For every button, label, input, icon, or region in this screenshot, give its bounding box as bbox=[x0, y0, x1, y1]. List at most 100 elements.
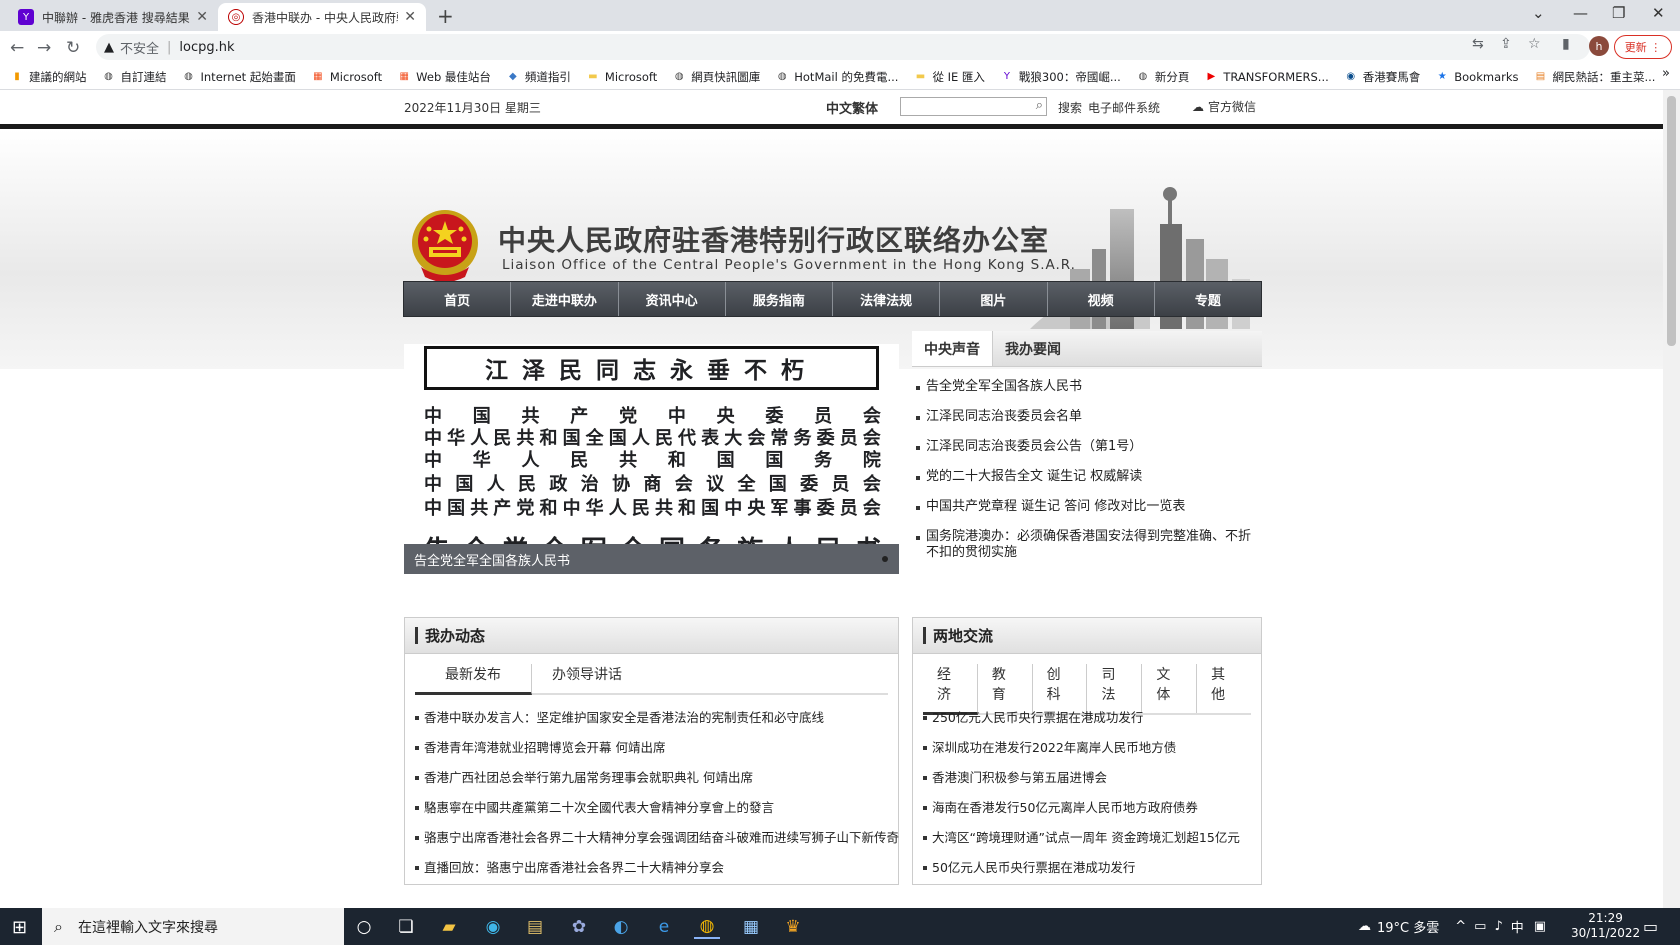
weather-text[interactable]: 19°C 多雲 bbox=[1377, 917, 1439, 936]
close-tab-icon[interactable]: ✕ bbox=[404, 9, 416, 25]
new-tab-button[interactable]: + bbox=[437, 4, 454, 28]
news-list-item[interactable]: 駱惠寧在中國共產黨第二十次全國代表大會精神分享會上的發言 bbox=[415, 800, 899, 830]
nav-item[interactable]: 走进中联办 bbox=[511, 282, 619, 316]
exchange-list-item[interactable]: 深圳成功在港发行2022年离岸人民币地方债 bbox=[923, 740, 1240, 770]
bookmark-item[interactable]: ▮ 建議的網站 bbox=[10, 69, 86, 85]
tray-chevron-icon[interactable]: ^ bbox=[1455, 919, 1466, 934]
exchange-tab[interactable]: 创科 bbox=[1033, 664, 1088, 713]
nav-item[interactable]: 专题 bbox=[1155, 282, 1261, 316]
exchange-title[interactable]: 两地交流 bbox=[933, 625, 993, 646]
exchange-tab[interactable]: 经济 bbox=[923, 664, 978, 715]
edge-icon[interactable]: ◉ bbox=[480, 915, 506, 939]
notification-icon[interactable]: ▭ bbox=[1643, 917, 1658, 936]
task-view-icon[interactable]: ❏ bbox=[393, 915, 419, 939]
exchange-tab[interactable]: 司法 bbox=[1087, 664, 1143, 713]
bookmark-item[interactable]: ◍ 自訂連結 bbox=[102, 69, 166, 85]
minimize-icon[interactable]: — bbox=[1573, 4, 1588, 22]
nav-item[interactable]: 视频 bbox=[1048, 282, 1155, 316]
security-label[interactable]: 不安全 bbox=[120, 38, 159, 57]
site-search[interactable]: ⌕ bbox=[900, 97, 1047, 116]
exchange-tab[interactable]: 文体 bbox=[1142, 664, 1198, 713]
side-panel-icon[interactable]: ▮ bbox=[1562, 36, 1570, 52]
update-button[interactable]: 更新 ⋮ bbox=[1614, 35, 1672, 59]
ime-mode-icon[interactable]: ▣ bbox=[1534, 919, 1546, 934]
news-list-item[interactable]: 香港广西社团总会举行第九届常务理事会就职典礼 何靖出席 bbox=[415, 770, 899, 800]
back-icon[interactable]: ← bbox=[10, 38, 24, 58]
bookmark-star-icon[interactable]: ☆ bbox=[1528, 36, 1541, 52]
close-window-icon[interactable]: ✕ bbox=[1652, 4, 1665, 22]
voice-list-item[interactable]: 江泽民同志治丧委员会名单 bbox=[916, 409, 1262, 425]
news-list-item[interactable]: 骆惠宁出席香港社会各界二十大精神分享会强调团结奋斗破难而进续写狮子山下新传奇 bbox=[415, 830, 899, 860]
tab-central-voice[interactable]: 中央声音 bbox=[912, 331, 993, 366]
exchange-tab[interactable]: 其他 bbox=[1197, 664, 1251, 713]
app-icon[interactable]: ✿ bbox=[566, 915, 592, 939]
voice-list-item[interactable]: 国务院港澳办：必须确保香港国安法得到完整准确、不折不扣的贯彻实施 bbox=[916, 529, 1262, 561]
bookmark-item[interactable]: ◍ Internet 起始畫面 bbox=[182, 69, 296, 85]
share-icon[interactable]: ⇪ bbox=[1500, 36, 1512, 52]
tab-locpg[interactable]: ◎ 香港中联办 - 中央人民政府驻香港特别行政区联络办公室 ✕ bbox=[218, 3, 426, 31]
app-icon[interactable]: ◐ bbox=[608, 915, 634, 939]
page-scrollbar[interactable] bbox=[1663, 90, 1680, 908]
search-button[interactable]: 搜索 bbox=[1058, 99, 1082, 116]
internet-explorer-icon[interactable]: e bbox=[651, 915, 677, 939]
bookmark-item[interactable]: ◆ 頻道指引 bbox=[506, 69, 571, 85]
bookmark-item[interactable]: ▦ Web 最佳站台 bbox=[397, 69, 490, 85]
nav-item[interactable]: 法律法规 bbox=[833, 282, 941, 316]
news-list-item[interactable]: 香港青年湾港就业招聘博览会开幕 何靖出席 bbox=[415, 740, 899, 770]
voice-list-item[interactable]: 江泽民同志治丧委员会公告（第1号） bbox=[916, 439, 1262, 455]
tab-leader-speeches[interactable]: 办领导讲话 bbox=[532, 664, 642, 693]
site-title-cn[interactable]: 中央人民政府驻香港特别行政区联络办公室 bbox=[498, 219, 1049, 259]
scroll-thumb[interactable] bbox=[1667, 96, 1676, 346]
tab-latest[interactable]: 最新发布 bbox=[415, 664, 532, 695]
bookmark-item[interactable]: ◉ 香港賽馬會 bbox=[1344, 69, 1420, 85]
app-icon[interactable]: ♛ bbox=[780, 915, 806, 939]
bookmark-item[interactable]: ◍ HotMail 的免費電... bbox=[775, 69, 899, 85]
exchange-list-item[interactable]: 250亿元人民币央行票据在港成功发行 bbox=[923, 710, 1240, 740]
bookmark-item[interactable]: ◍ 網頁快訊圖庫 bbox=[672, 69, 760, 85]
nav-item[interactable]: 资讯中心 bbox=[619, 282, 726, 316]
weather-icon[interactable]: ☁ bbox=[1358, 919, 1371, 934]
office-news-title[interactable]: 我办动态 bbox=[425, 625, 485, 646]
notepad-icon[interactable]: ▦ bbox=[738, 915, 764, 939]
email-system-link[interactable]: 电子邮件系统 bbox=[1088, 99, 1160, 116]
nav-item[interactable]: 图片 bbox=[940, 282, 1048, 316]
hero-caption[interactable]: 告全党全军全国各族人民书 bbox=[404, 544, 899, 574]
tab-search-icon[interactable]: ⌄ bbox=[1532, 4, 1545, 22]
exchange-list-item[interactable]: 海南在香港发行50亿元离岸人民币地方政府债券 bbox=[923, 800, 1240, 830]
slide-indicator[interactable] bbox=[882, 556, 888, 562]
exchange-list-item[interactable]: 大湾区“跨境理财通”试点一周年 资金跨境汇划超15亿元 bbox=[923, 830, 1240, 860]
news-list-item[interactable]: 直播回放：骆惠宁出席香港社会各界二十大精神分享会 bbox=[415, 860, 899, 890]
news-list-item[interactable]: 香港中联办发言人：坚定维护国家安全是香港法治的宪制责任和必守底线 bbox=[415, 710, 899, 740]
network-icon[interactable]: ▭ bbox=[1474, 919, 1486, 934]
bookmark-item[interactable]: ◍ 新分頁 bbox=[1136, 69, 1189, 85]
voice-list-item[interactable]: 党的二十大报告全文 诞生记 权威解读 bbox=[916, 469, 1262, 485]
nav-item[interactable]: 服务指南 bbox=[726, 282, 833, 316]
close-tab-icon[interactable]: ✕ bbox=[196, 9, 208, 25]
bookmark-item[interactable]: ▶ TRANSFORMERS... bbox=[1204, 70, 1328, 84]
voice-list-item[interactable]: 告全党全军全国各族人民书 bbox=[916, 379, 1262, 395]
folder-app-icon[interactable]: ▤ bbox=[522, 915, 548, 939]
warning-icon[interactable]: ▲ bbox=[104, 40, 114, 55]
url-text[interactable]: locpg.hk bbox=[179, 40, 234, 55]
tab-office-news[interactable]: 我办要闻 bbox=[993, 331, 1073, 366]
nav-item[interactable]: 首页 bbox=[404, 282, 512, 316]
taskbar-search[interactable]: ⌕ 在這裡輸入文字來搜尋 bbox=[42, 908, 344, 945]
bookmark-item[interactable]: ▬ Microsoft bbox=[586, 70, 657, 84]
traditional-chinese-link[interactable]: 中文繁体 bbox=[826, 98, 878, 117]
reload-icon[interactable]: ↻ bbox=[66, 38, 80, 58]
bookmark-item[interactable]: ★ Bookmarks bbox=[1435, 70, 1519, 84]
avatar[interactable]: h bbox=[1589, 36, 1609, 56]
file-explorer-icon[interactable]: ▰ bbox=[436, 915, 462, 939]
exchange-tab[interactable]: 教育 bbox=[978, 664, 1033, 713]
national-emblem-icon[interactable] bbox=[409, 207, 481, 285]
volume-icon[interactable]: ♪ bbox=[1494, 919, 1502, 934]
tab-yahoo-search[interactable]: Y 中聯辦 - 雅虎香港 搜尋結果 ✕ bbox=[8, 3, 218, 31]
windows-start-icon[interactable]: ⊞ bbox=[12, 917, 27, 938]
forward-icon[interactable]: → bbox=[37, 38, 51, 58]
hero-slideshow[interactable]: 江泽民同志永垂不朽 中国共产党中央委员会中华人民共和国全国人民代表大会常务委员会… bbox=[404, 344, 899, 594]
translate-icon[interactable]: ⇆ bbox=[1472, 36, 1484, 52]
exchange-list-item[interactable]: 50亿元人民币央行票据在港成功发行 bbox=[923, 860, 1240, 890]
wechat-link[interactable]: ☁ 官方微信 bbox=[1192, 98, 1256, 115]
bookmark-item[interactable]: Y 戰狼300：帝國崛... bbox=[1000, 69, 1121, 85]
bookmark-item[interactable]: ▦ Microsoft bbox=[311, 70, 382, 84]
